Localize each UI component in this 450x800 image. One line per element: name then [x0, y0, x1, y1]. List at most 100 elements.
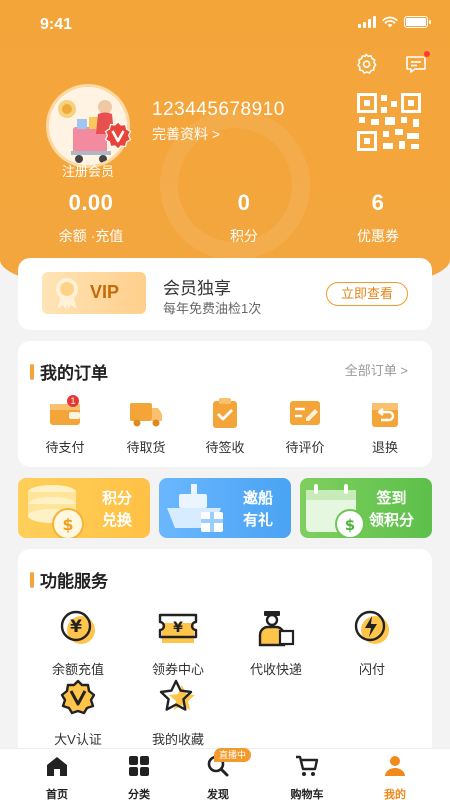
message-icon[interactable]	[404, 50, 431, 76]
vip-subtitle: 每年免费油检1次	[163, 301, 262, 316]
truck-icon	[130, 403, 162, 427]
orders-title: 我的订单	[40, 364, 108, 383]
service-coupon-center[interactable]: ¥ 领券中心	[138, 609, 218, 678]
promo-line2: 领积分	[368, 512, 414, 529]
wifi-icon	[382, 16, 398, 28]
all-orders-link[interactable]: 全部订单 >	[345, 360, 408, 379]
svg-text:¥: ¥	[70, 617, 82, 637]
clipboard-check-icon	[213, 398, 237, 428]
tab-mine[interactable]: 我的	[355, 755, 435, 800]
points-exchange-tile[interactable]: $ 积分兑换	[18, 478, 150, 538]
service-my-favorites[interactable]: 我的收藏	[138, 679, 218, 748]
service-balance-recharge[interactable]: ¥ 余额充值	[38, 609, 118, 678]
svg-text:$: $	[345, 516, 355, 534]
coupons-label: 优惠券	[357, 228, 399, 244]
message-notification-dot	[423, 50, 431, 58]
service-label: 领券中心	[151, 662, 204, 677]
signal-icon	[358, 16, 376, 28]
tab-home[interactable]: 首页	[17, 755, 97, 800]
lightning-pay-icon	[354, 610, 389, 644]
promo-line1: 积分	[101, 490, 132, 507]
order-pending-payment[interactable]: 1 待支付	[30, 395, 100, 456]
stat-balance[interactable]: 0.00 余额 ·充值	[40, 190, 142, 246]
courier-icon	[258, 611, 295, 647]
grid-icon	[129, 756, 149, 776]
vip-title: 会员独享	[163, 279, 231, 298]
order-item-label: 待取货	[126, 440, 166, 455]
complete-profile-link[interactable]: 完善资料 >	[152, 124, 220, 144]
user-icon	[385, 756, 405, 776]
order-returns[interactable]: 退换	[350, 397, 420, 456]
services-card: 功能服务 ¥ 余额充值 ¥ 领券中心 代收快递 闪付 大V认证 我的收藏	[18, 549, 432, 759]
service-label: 闪付	[358, 662, 385, 677]
section-accent-bar	[30, 363, 34, 380]
coupon-ticket-icon: ¥	[158, 613, 198, 643]
ship-gift-icon	[167, 484, 223, 532]
pending-payment-count: 1	[67, 395, 79, 407]
vip-badge: VIP	[42, 272, 146, 314]
v-badge-icon	[60, 679, 96, 715]
invite-gift-tile[interactable]: 邀船 有礼	[159, 478, 291, 538]
calendar-coin-icon: $	[306, 484, 365, 538]
service-label: 我的收藏	[151, 732, 204, 747]
status-bar: 9:41	[0, 0, 450, 48]
points-value: 0	[237, 190, 251, 215]
service-label: 代收快递	[249, 662, 302, 677]
medal-icon	[56, 278, 78, 310]
balance-value: 0.00	[68, 190, 114, 215]
tab-cart[interactable]: 购物车	[267, 755, 347, 800]
my-orders-card: 我的订单 全部订单 > 1 待支付 待取货 待签收 待评价 退换	[18, 341, 432, 467]
status-system-icons	[358, 16, 431, 28]
member-level-label: 注册会员	[61, 164, 114, 179]
view-now-button[interactable]: 立即查看	[326, 282, 408, 306]
svg-text:¥: ¥	[173, 620, 183, 636]
tab-category[interactable]: 分类	[99, 755, 179, 800]
svg-text:$: $	[62, 515, 73, 534]
balance-label: 余额 ·充值	[58, 228, 124, 244]
service-parcel-collection[interactable]: 代收快递	[236, 609, 316, 678]
verified-v-badge-icon	[104, 121, 132, 149]
header-actions	[354, 50, 431, 76]
vip-card[interactable]: VIP 会员独享 每年免费油检1次 立即查看	[18, 258, 432, 330]
order-item-label: 待签收	[205, 440, 245, 455]
account-stats: 0.00 余额 ·充值 0 积分 6 优惠券	[0, 190, 450, 250]
cart-icon	[296, 755, 319, 776]
status-time: 9:41	[40, 16, 73, 33]
service-label: 余额充值	[51, 662, 104, 677]
return-icon	[372, 403, 398, 427]
service-big-v-verification[interactable]: 大V认证	[38, 679, 118, 748]
points-label: 积分	[230, 228, 258, 244]
check-in-tile[interactable]: $ 签到领积分	[300, 478, 432, 538]
services-title: 功能服务	[40, 572, 108, 591]
vip-badge-text: VIP	[90, 282, 120, 302]
order-item-label: 待支付	[45, 440, 85, 455]
qr-code-icon[interactable]	[357, 93, 421, 151]
tab-label: 发现	[207, 789, 229, 800]
order-pending-review[interactable]: 待评价	[270, 397, 340, 456]
tab-label: 分类	[128, 789, 150, 800]
order-pending-receipt[interactable]: 待签收	[190, 397, 260, 456]
promo-line2: 兑换	[101, 512, 132, 529]
gear-icon[interactable]	[354, 52, 378, 76]
tab-label: 首页	[46, 789, 68, 800]
stat-coupons[interactable]: 6 优惠券	[338, 190, 418, 246]
tab-label: 我的	[384, 789, 406, 800]
battery-icon	[404, 16, 431, 28]
review-edit-icon	[290, 401, 320, 425]
yen-coin-icon: ¥	[60, 610, 95, 644]
live-tag: 直播中	[214, 748, 252, 762]
service-flash-pay[interactable]: 闪付	[332, 609, 412, 678]
order-pending-pickup[interactable]: 待取货	[111, 397, 181, 456]
order-item-label: 待评价	[285, 440, 325, 455]
promo-line1: 邀船	[242, 490, 273, 507]
stat-points[interactable]: 0 积分	[204, 190, 284, 246]
promo-line2: 有礼	[242, 512, 273, 529]
user-id: 123445678910	[152, 99, 285, 120]
star-icon	[159, 679, 195, 711]
tab-label: 购物车	[290, 789, 324, 800]
promo-line1: 签到	[376, 490, 407, 507]
coupons-value: 6	[371, 190, 385, 215]
home-icon	[47, 757, 67, 776]
orders-header: 我的订单	[30, 359, 108, 384]
service-label: 大V认证	[54, 732, 102, 747]
